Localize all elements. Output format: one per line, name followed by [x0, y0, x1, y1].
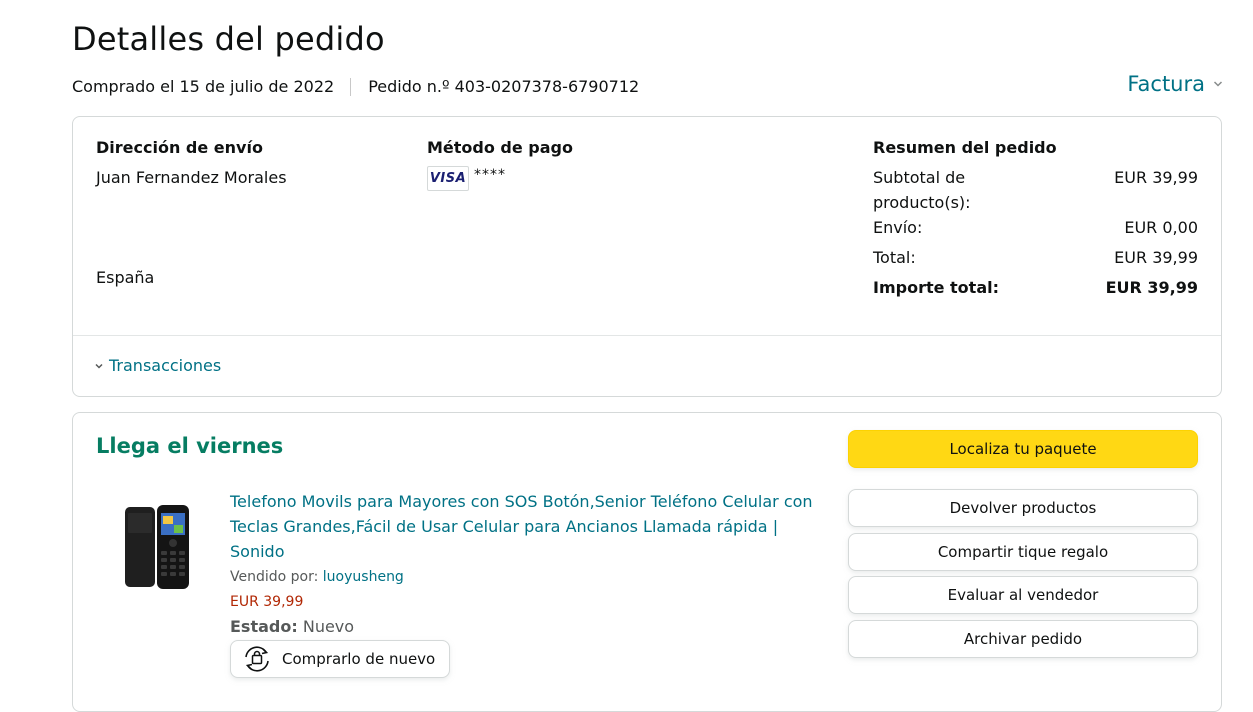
rate-seller-button[interactable]: Evaluar al vendedor — [848, 576, 1198, 614]
meta-divider — [350, 77, 352, 96]
order-details-page: Detalles del pedido Comprado el 15 de ju… — [0, 0, 1253, 712]
order-meta: Comprado el 15 de julio de 2022 Pedido n… — [72, 77, 639, 96]
subtotal-label: Subtotal de producto(s): — [873, 168, 971, 212]
chevron-down-icon — [1213, 81, 1223, 87]
total-label: Total: — [873, 248, 916, 267]
archive-order-button[interactable]: Archivar pedido — [848, 620, 1198, 658]
visa-card-icon: VISA — [427, 166, 469, 191]
product-image[interactable] — [123, 501, 193, 591]
shipping-name: Juan Fernandez Morales — [96, 168, 287, 187]
buy-again-button[interactable]: Comprarlo de nuevo — [230, 640, 451, 678]
shipping-country: España — [96, 268, 155, 287]
seller-info: Vendido por: luoyusheng — [230, 569, 404, 585]
invoice-dropdown[interactable]: Factura — [1127, 72, 1223, 96]
share-gift-receipt-button[interactable]: Compartir tique regalo — [848, 533, 1198, 571]
seller-link[interactable]: luoyusheng — [323, 569, 404, 585]
card-divider — [73, 335, 1221, 336]
seller-prefix: Vendido por: — [230, 569, 319, 585]
shipping-cost-label: Envío: — [873, 218, 923, 237]
masked-card-number: **** — [474, 167, 506, 183]
shipping-heading: Dirección de envío — [96, 138, 263, 157]
condition-value: Nuevo — [302, 617, 355, 636]
grand-total-value: EUR 39,99 — [1105, 278, 1198, 297]
subtotal-value: EUR 39,99 — [1114, 168, 1198, 187]
order-number: Pedido n.º 403-0207378-6790712 — [368, 77, 640, 96]
product-title-link[interactable]: Telefono Movils para Mayores con SOS Bot… — [230, 489, 830, 564]
buy-again-label: Comprarlo de nuevo — [282, 650, 436, 668]
chevron-down-icon — [95, 363, 103, 369]
summary-heading: Resumen del pedido — [873, 138, 1057, 157]
grand-total-label: Importe total: — [873, 278, 999, 297]
buy-again-icon — [245, 646, 269, 672]
condition-label: Estado: — [230, 617, 298, 636]
order-summary-card: Dirección de envío Juan Fernandez Morale… — [72, 116, 1222, 397]
total-value: EUR 39,99 — [1114, 248, 1198, 267]
return-items-button[interactable]: Devolver productos — [848, 489, 1198, 527]
payment-heading: Método de pago — [427, 138, 573, 157]
invoice-label: Factura — [1127, 72, 1205, 96]
shipment-card: Llega el viernes Telefono Movils para Ma… — [72, 412, 1222, 712]
arrival-status: Llega el viernes — [96, 434, 284, 458]
transactions-toggle[interactable]: Transacciones — [94, 356, 221, 375]
transactions-label: Transacciones — [109, 356, 222, 375]
purchase-date: Comprado el 15 de julio de 2022 — [72, 77, 335, 96]
product-condition: Estado: Nuevo — [230, 617, 354, 636]
shipping-cost-value: EUR 0,00 — [1124, 218, 1198, 237]
product-price: EUR 39,99 — [230, 594, 304, 610]
track-package-button[interactable]: Localiza tu paquete — [848, 430, 1198, 468]
page-title: Detalles del pedido — [72, 20, 385, 58]
